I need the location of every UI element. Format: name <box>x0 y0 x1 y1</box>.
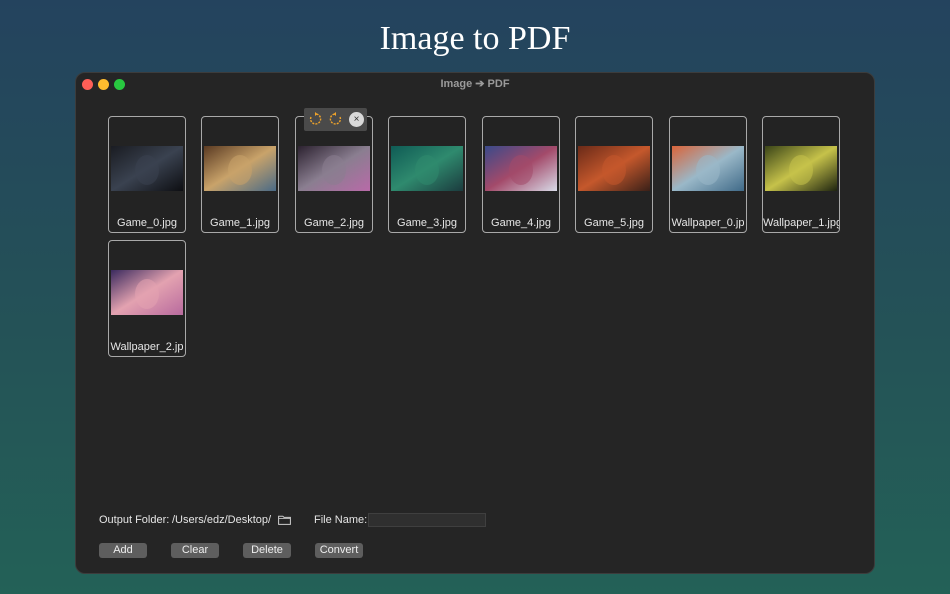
rotate-left-icon[interactable] <box>308 112 322 126</box>
image-file-name: Wallpaper_1.jpg <box>763 217 839 229</box>
file-name-input[interactable] <box>368 513 486 527</box>
output-folder-path: /Users/edz/Desktop/ <box>172 514 272 526</box>
image-file-name: Wallpaper_2.jp <box>110 341 184 353</box>
image-tile[interactable]: Wallpaper_2.jp <box>108 240 186 357</box>
title-bar: Image ➔ PDF <box>76 73 874 95</box>
image-thumbnail <box>672 146 744 191</box>
delete-button[interactable]: Delete <box>243 543 291 558</box>
image-thumbnail <box>298 146 370 191</box>
image-thumbnail <box>204 146 276 191</box>
image-file-name: Game_2.jpg <box>304 217 364 229</box>
image-file-name: Game_4.jpg <box>491 217 551 229</box>
image-file-name: Game_3.jpg <box>397 217 457 229</box>
remove-image-icon[interactable]: × <box>349 112 364 127</box>
image-file-name: Game_5.jpg <box>584 217 644 229</box>
image-tile[interactable]: Game_0.jpg <box>108 116 186 233</box>
image-thumbnail <box>111 270 183 315</box>
image-tile[interactable]: Wallpaper_1.jpg <box>762 116 840 233</box>
image-thumbnail <box>391 146 463 191</box>
image-thumbnail <box>765 146 837 191</box>
rotate-right-icon[interactable] <box>329 112 343 126</box>
clear-button[interactable]: Clear <box>171 543 219 558</box>
image-thumbnail <box>578 146 650 191</box>
output-folder-label: Output Folder: <box>99 514 170 526</box>
image-tile[interactable]: Game_3.jpg <box>388 116 466 233</box>
file-name-label: File Name: <box>314 514 368 526</box>
promo-title: Image to PDF <box>379 20 571 57</box>
image-tile[interactable]: Game_2.jpg <box>295 116 373 233</box>
image-file-name: Wallpaper_0.jp <box>671 217 745 229</box>
window-title: Image ➔ PDF <box>440 78 510 90</box>
image-tile[interactable]: Game_4.jpg <box>482 116 560 233</box>
image-hover-toolbar: × <box>304 108 367 131</box>
image-tile[interactable]: Game_5.jpg <box>575 116 653 233</box>
app-window: Image ➔ PDF Game_0.jpg Game_1.jpg Game_2… <box>75 72 875 574</box>
image-thumbnail <box>485 146 557 191</box>
image-tile[interactable]: Wallpaper_0.jp <box>669 116 747 233</box>
image-tile[interactable]: Game_1.jpg <box>201 116 279 233</box>
folder-icon[interactable] <box>278 515 291 525</box>
add-button[interactable]: Add <box>99 543 147 558</box>
image-file-name: Game_0.jpg <box>117 217 177 229</box>
image-file-name: Game_1.jpg <box>210 217 270 229</box>
image-thumbnail <box>111 146 183 191</box>
convert-button[interactable]: Convert <box>315 543 363 558</box>
